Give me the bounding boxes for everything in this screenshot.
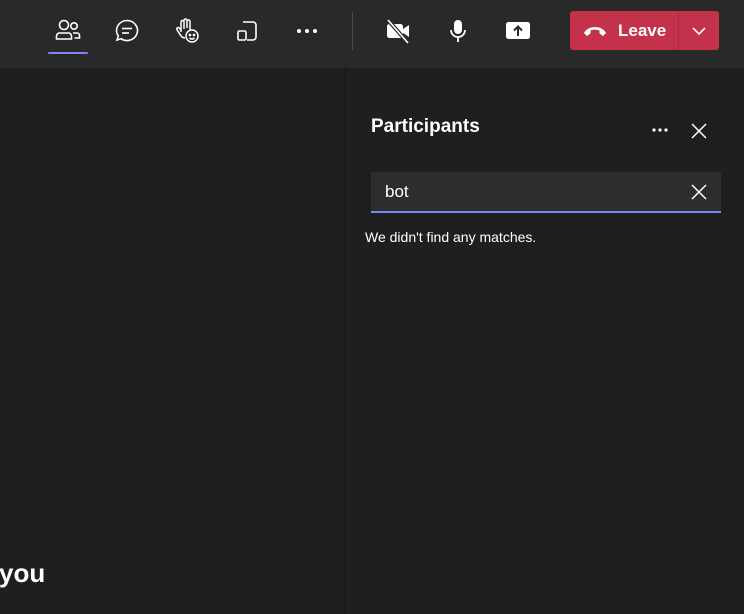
camera-off-icon — [386, 18, 410, 45]
more-icon — [297, 29, 317, 33]
close-icon — [691, 184, 707, 200]
search-clear-button[interactable] — [687, 180, 711, 204]
toolbar-divider — [352, 12, 353, 50]
microphone-toggle-button[interactable] — [438, 11, 478, 51]
participants-panel: Participants We didn't find any matches. — [346, 68, 744, 614]
active-tab-indicator — [48, 52, 88, 54]
reactions-button[interactable] — [167, 11, 207, 51]
leave-button-group: Leave — [570, 11, 719, 50]
chat-button[interactable] — [107, 11, 147, 51]
chat-icon — [115, 19, 139, 42]
people-icon — [55, 19, 81, 40]
panel-title: Participants — [371, 116, 480, 137]
leave-button[interactable]: Leave — [570, 11, 678, 50]
close-icon — [691, 123, 707, 139]
meeting-stage: you — [0, 68, 345, 614]
share-screen-button[interactable] — [498, 11, 538, 51]
panel-close-button[interactable] — [687, 119, 711, 143]
meeting-toolbar: Leave — [0, 0, 744, 68]
microphone-icon — [450, 20, 466, 42]
camera-toggle-button[interactable] — [378, 11, 418, 51]
participant-search — [371, 172, 721, 213]
participant-search-input[interactable] — [385, 172, 675, 211]
share-screen-icon — [506, 22, 530, 39]
people-button[interactable] — [48, 11, 88, 51]
more-icon — [652, 128, 668, 132]
more-actions-button[interactable] — [287, 11, 327, 51]
raise-hand-reaction-icon — [176, 18, 199, 43]
leave-options-button[interactable] — [679, 11, 719, 50]
view-layout-icon — [237, 21, 257, 41]
panel-more-options-button[interactable] — [648, 118, 672, 142]
chevron-down-icon — [692, 26, 706, 35]
view-button[interactable] — [227, 11, 267, 51]
leave-label: Leave — [618, 20, 667, 40]
phone-hangup-icon — [584, 26, 606, 36]
stage-caption: you — [0, 558, 46, 588]
no-results-message: We didn't find any matches. — [365, 229, 537, 245]
